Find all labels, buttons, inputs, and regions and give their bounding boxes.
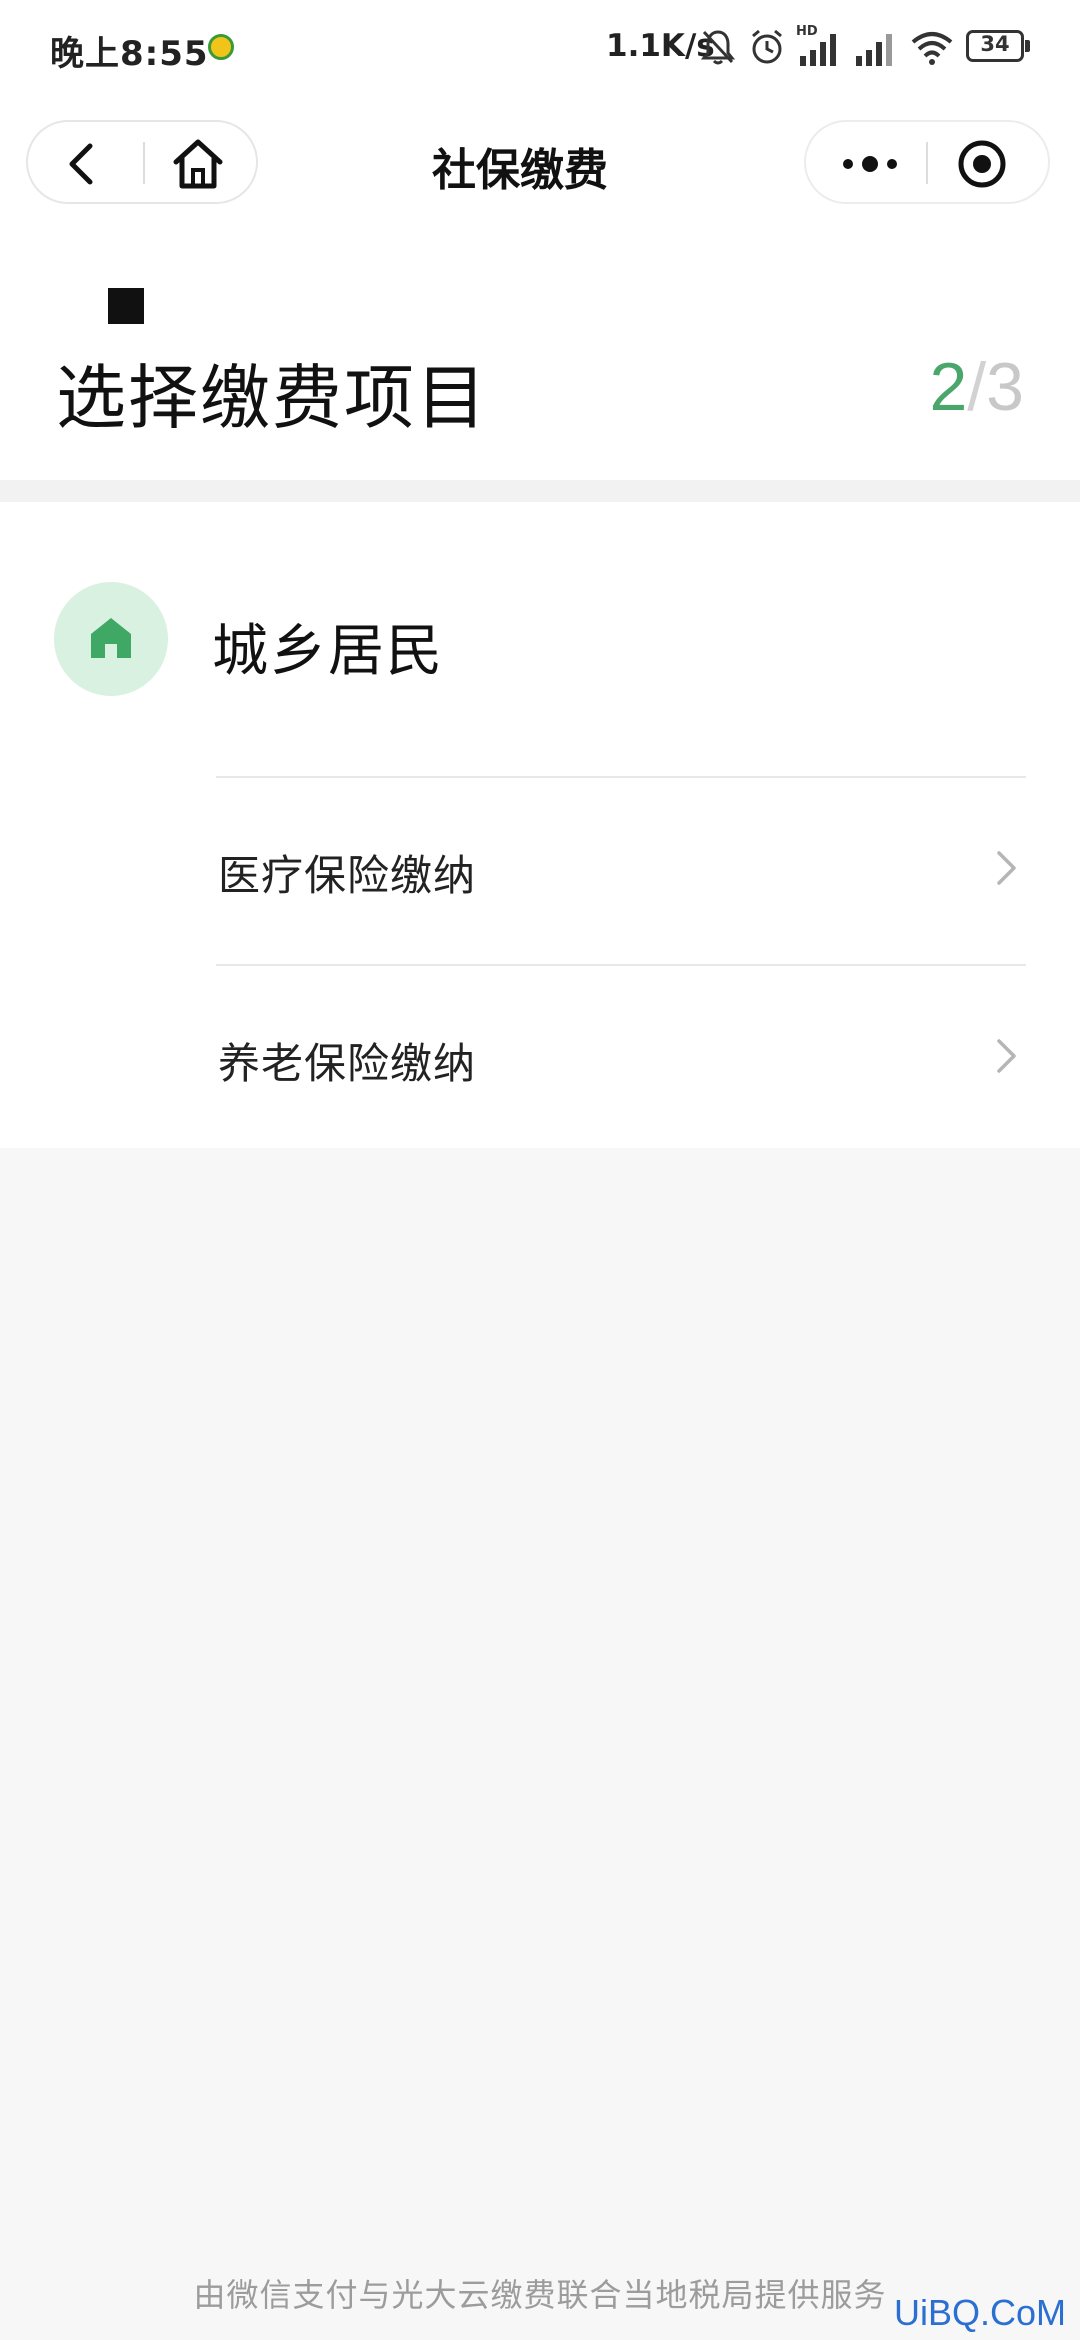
step-separator: / xyxy=(967,349,987,425)
list-item-pension-insurance[interactable]: 养老保险缴纳 xyxy=(216,966,1026,1152)
chevron-right-icon xyxy=(997,851,1016,885)
step-total: 3 xyxy=(986,349,1024,425)
signal-hd-icon: HD xyxy=(796,24,842,68)
alarm-icon xyxy=(752,29,782,64)
category-icon-badge xyxy=(54,582,168,696)
header-section: 选择缴费项目 2/3 xyxy=(0,224,1080,480)
nav-bar: 社保缴费 xyxy=(0,100,1080,224)
nav-capsule-left xyxy=(26,120,258,204)
battery-icon: 34 xyxy=(966,30,1034,64)
more-icon[interactable] xyxy=(834,136,906,192)
status-bar: 晚上8:55 1.1K/s HD 34 xyxy=(0,0,1080,100)
step-title: 选择缴费项目 xyxy=(56,357,488,439)
mute-bell-icon xyxy=(700,30,736,65)
notification-app-icon xyxy=(208,34,234,60)
nav-capsule-right xyxy=(804,120,1050,204)
step-current: 2 xyxy=(929,349,968,425)
list-item-label: 医疗保险缴纳 xyxy=(218,851,477,900)
category-section: 城乡居民 医疗保险缴纳 养老保险缴纳 xyxy=(0,502,1080,1148)
status-time: 晚上8:55 xyxy=(50,34,209,74)
page-title: 社保缴费 xyxy=(432,145,608,196)
network-speed: 1.1K/s xyxy=(606,28,715,64)
house-icon xyxy=(91,618,131,658)
capsule-divider xyxy=(926,142,928,184)
back-arrow-icon[interactable] xyxy=(56,136,112,192)
capsule-divider xyxy=(143,142,145,184)
home-icon[interactable] xyxy=(168,134,228,194)
list-item-label: 养老保险缴纳 xyxy=(218,1039,477,1088)
signal-icon xyxy=(856,34,892,66)
section-gap xyxy=(0,480,1080,502)
step-indicator: 2/3 xyxy=(929,348,1024,426)
list-item-medical-insurance[interactable]: 医疗保险缴纳 xyxy=(216,778,1026,964)
chevron-right-icon xyxy=(997,1039,1016,1073)
redaction-block xyxy=(108,288,144,324)
battery-level: 34 xyxy=(980,32,1010,56)
wifi-icon xyxy=(911,32,953,65)
watermark: UiBQ.CoM xyxy=(893,2292,1066,2333)
close-miniprogram-icon[interactable] xyxy=(954,136,1010,192)
category-title: 城乡居民 xyxy=(212,619,444,684)
